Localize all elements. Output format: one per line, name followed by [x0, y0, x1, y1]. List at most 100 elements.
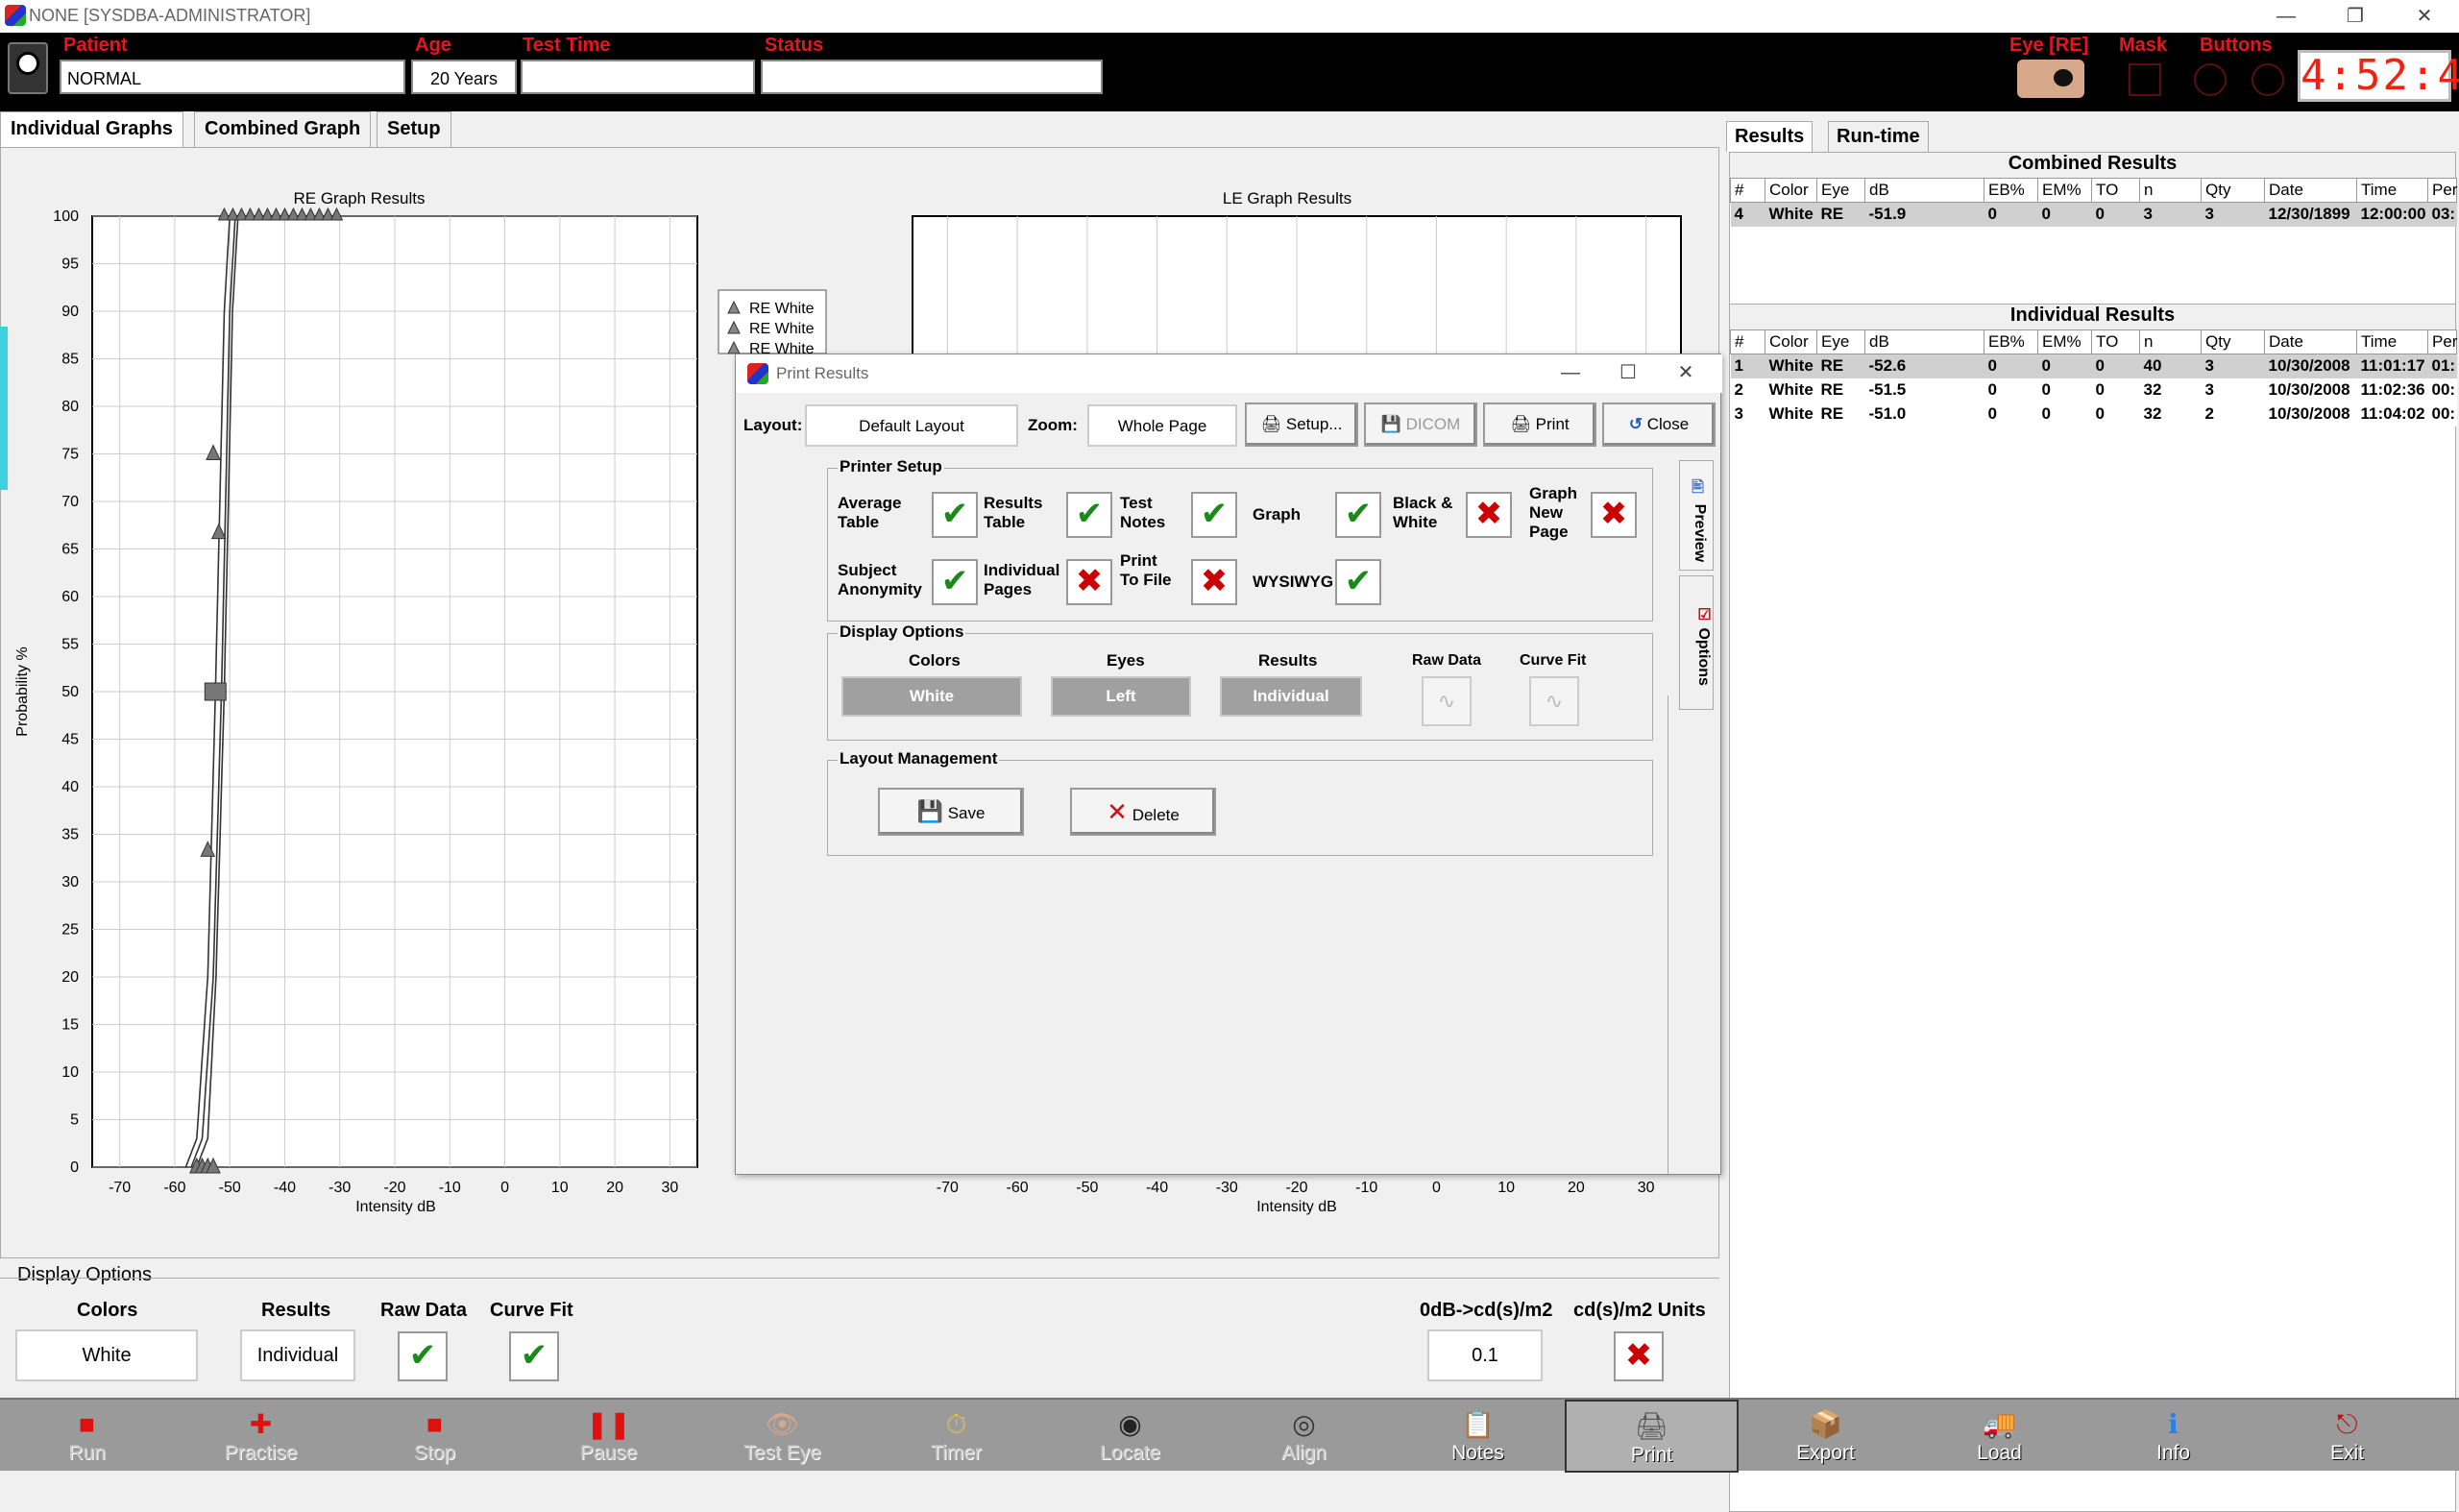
column-header[interactable]: Eye: [1816, 178, 1865, 203]
wysiwyg-checkbox[interactable]: ✔: [1335, 559, 1381, 605]
tab-combined-graph[interactable]: Combined Graph: [194, 111, 372, 148]
re-xtick-label: 20: [606, 1180, 623, 1196]
close-button[interactable]: ↺ Close: [1602, 402, 1716, 447]
average-table-checkbox[interactable]: ✔: [932, 492, 978, 538]
setup-button[interactable]: 🖨 Setup...: [1245, 402, 1358, 447]
column-header[interactable]: #: [1730, 178, 1765, 203]
column-header[interactable]: Date: [2264, 178, 2357, 203]
toolbar-run-button[interactable]: ■ Run: [0, 1400, 174, 1473]
minimize-icon[interactable]: —: [2267, 2, 2305, 31]
dialog-display-options-title: Display Options: [838, 622, 966, 642]
dialog-minimize-icon[interactable]: —: [1551, 358, 1590, 387]
zoom-select[interactable]: Whole Page: [1087, 404, 1237, 447]
age-field[interactable]: 20 Years: [411, 60, 517, 94]
toolbar-timer-button[interactable]: ⏱ Timer: [869, 1400, 1043, 1473]
patient-field[interactable]: NORMAL: [60, 60, 405, 94]
combined-results-table[interactable]: # Color Eye dB EB% EM% TO n Qty Date Time Per 4 Whit…: [1730, 178, 2457, 227]
column-header[interactable]: Qty: [2201, 178, 2265, 203]
print-button[interactable]: 🖨 Print: [1483, 402, 1596, 447]
test-notes-checkbox[interactable]: ✔: [1191, 492, 1237, 538]
toolbar-export-button[interactable]: 📦 Export: [1739, 1400, 1912, 1473]
raw-data-checkbox[interactable]: ✔: [398, 1331, 448, 1381]
column-header[interactable]: TO: [2091, 329, 2140, 354]
units-checkbox[interactable]: ✖: [1614, 1331, 1664, 1381]
toolbar-pause-button[interactable]: ❚❚ Pause: [522, 1400, 695, 1473]
toolbar-label: Info: [2155, 1442, 2191, 1464]
toolbar-test-eye-button[interactable]: 👁 Test Eye: [695, 1400, 869, 1473]
subject-anonymity-checkbox[interactable]: ✔: [932, 559, 978, 605]
column-header[interactable]: TO: [2091, 178, 2140, 203]
column-header[interactable]: n: [2139, 329, 2202, 354]
graph-new-page-checkbox[interactable]: ✖: [1591, 492, 1637, 538]
combined-result-row[interactable]: 4 White RE -51.9 0 0 0 3 3 12/30/1899 12:00:00 03:: [1730, 202, 2457, 227]
test-time-field[interactable]: [521, 60, 755, 94]
status-field[interactable]: [761, 60, 1103, 94]
individual-results-table[interactable]: # Color Eye dB EB% EM% TO n Qty Date Time Per 1 Whit…: [1730, 329, 2457, 427]
dialog-colors-button[interactable]: White: [841, 676, 1022, 717]
column-header[interactable]: dB: [1864, 178, 1984, 203]
toolbar-load-button[interactable]: 🚚 Load: [1912, 1400, 2086, 1473]
column-header[interactable]: Per: [2427, 178, 2457, 203]
tab-individual-graphs[interactable]: Individual Graphs: [0, 111, 183, 148]
graph-checkbox[interactable]: ✔: [1335, 492, 1381, 538]
column-header[interactable]: Per: [2427, 329, 2457, 354]
dialog-maximize-icon[interactable]: ☐: [1609, 358, 1647, 387]
individual-result-row[interactable]: 3 White RE -51.0 0 0 0 32 2 10/30/2008 11:04:02 00:: [1731, 402, 2457, 427]
individual-pages-checkbox[interactable]: ✖: [1066, 559, 1112, 605]
column-header[interactable]: Time: [2356, 329, 2428, 354]
individual-result-row[interactable]: 2 White RE -51.5 0 0 0 32 3 10/30/2008 11:02:36 00:: [1731, 378, 2457, 402]
timer-icon: ⏱: [945, 1409, 967, 1439]
table-cell: 2: [2204, 404, 2214, 423]
delete-layout-button[interactable]: ✕ Delete: [1070, 788, 1216, 836]
curve-fit-checkbox[interactable]: ✔: [509, 1331, 559, 1381]
colors-value[interactable]: White: [15, 1329, 198, 1381]
conversion-value[interactable]: 0.1: [1427, 1329, 1543, 1381]
tab-run-time[interactable]: Run-time: [1828, 121, 1929, 152]
layout-select[interactable]: Default Layout: [805, 404, 1018, 447]
column-header[interactable]: Color: [1765, 178, 1817, 203]
individual-result-row[interactable]: 1 White RE -52.6 0 0 0 40 3 10/30/2008 11:01:17 01:: [1730, 354, 2457, 378]
column-header[interactable]: EM%: [2037, 178, 2092, 203]
window-title: NONE [SYSDBA-ADMINISTRATOR]: [29, 6, 311, 25]
column-header[interactable]: Date: [2264, 329, 2357, 354]
column-header[interactable]: dB: [1864, 329, 1984, 354]
print-to-file-checkbox[interactable]: ✖: [1191, 559, 1237, 605]
toolbar-info-button[interactable]: ℹ Info: [2086, 1400, 2260, 1473]
column-header[interactable]: #: [1730, 329, 1765, 354]
column-header[interactable]: Qty: [2201, 329, 2265, 354]
column-header[interactable]: Time: [2356, 178, 2428, 203]
toolbar-practise-button[interactable]: ✚ Practise: [174, 1400, 348, 1473]
restore-icon[interactable]: ❐: [2336, 2, 2374, 31]
dialog-results-button[interactable]: Individual: [1220, 676, 1362, 717]
toolbar-notes-button[interactable]: 📋 Notes: [1391, 1400, 1565, 1473]
column-header[interactable]: EB%: [1984, 178, 2038, 203]
column-header[interactable]: EB%: [1984, 329, 2038, 354]
black-white-checkbox[interactable]: ✖: [1466, 492, 1512, 538]
dialog-close-icon[interactable]: ✕: [1667, 358, 1705, 387]
results-value[interactable]: Individual: [240, 1329, 355, 1381]
column-header[interactable]: Color: [1765, 329, 1817, 354]
column-header[interactable]: Eye: [1816, 329, 1865, 354]
dialog-curve-fit-button[interactable]: ∿: [1529, 676, 1579, 726]
dialog-raw-data-button[interactable]: ∿: [1422, 676, 1472, 726]
toolbar-align-button[interactable]: ◎ Align: [1217, 1400, 1391, 1473]
column-header[interactable]: EM%: [2037, 329, 2092, 354]
tab-setup[interactable]: Setup: [377, 111, 451, 148]
dialog-eyes-button[interactable]: Left: [1051, 676, 1191, 717]
close-icon[interactable]: ✕: [2405, 2, 2444, 31]
toolbar-print-button[interactable]: 🖨 Print: [1565, 1400, 1739, 1473]
eye-icon[interactable]: [2017, 60, 2084, 98]
results-table-checkbox[interactable]: ✔: [1066, 492, 1112, 538]
toolbar-stop-button[interactable]: ■ Stop: [348, 1400, 522, 1473]
table-cell: 0: [2095, 404, 2105, 423]
save-layout-button[interactable]: 💾 Save: [878, 788, 1024, 836]
toolbar-locate-button[interactable]: ◉ Locate: [1043, 1400, 1217, 1473]
options-side-tab[interactable]: ☑ Options: [1679, 575, 1714, 710]
tab-results[interactable]: Results: [1726, 121, 1814, 152]
re-xtick-label: -30: [329, 1180, 351, 1196]
status-label: Status: [765, 35, 824, 56]
toolbar-exit-button[interactable]: ⎋ Exit: [2260, 1400, 2434, 1473]
preview-side-tab[interactable]: 🖹 Preview: [1679, 460, 1714, 571]
column-header[interactable]: n: [2139, 178, 2202, 203]
dicom-button[interactable]: 💾 DICOM: [1364, 402, 1477, 447]
